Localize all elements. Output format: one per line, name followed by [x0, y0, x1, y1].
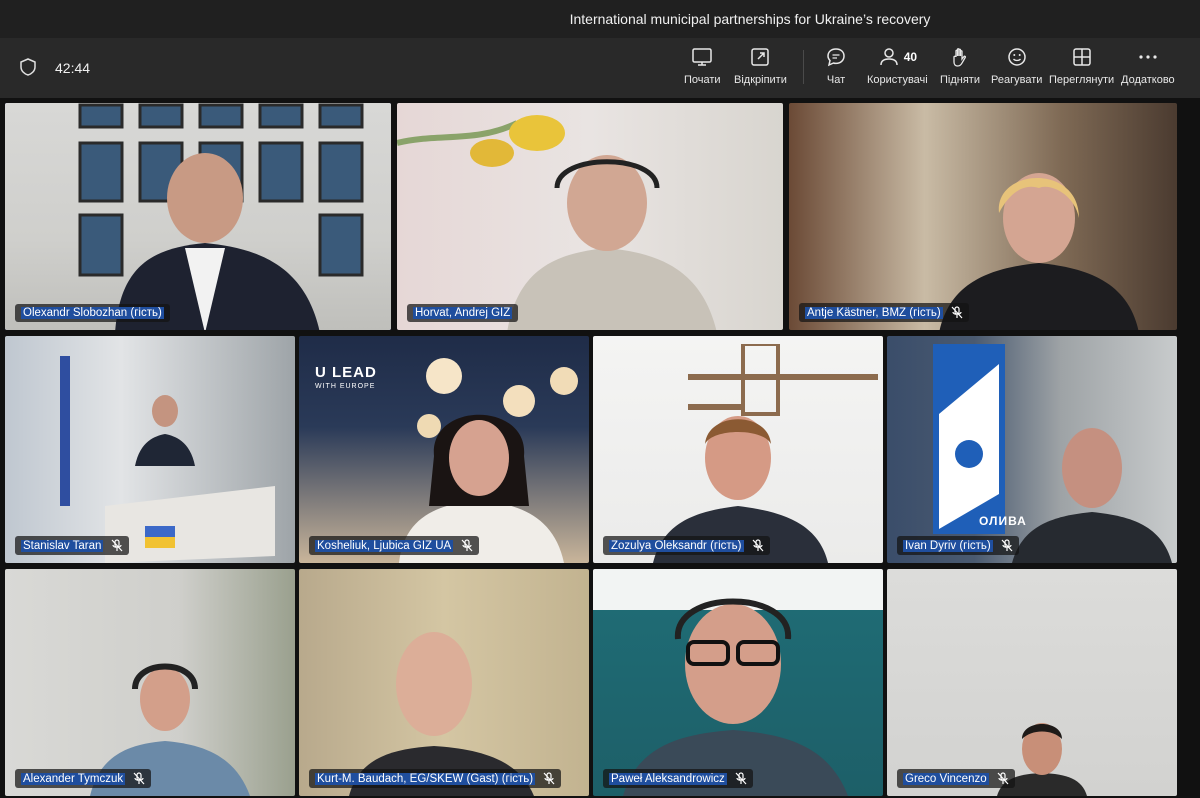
participant-video: [115, 153, 320, 330]
mic-off-icon: [461, 539, 473, 552]
unpin-button[interactable]: Відкріпити: [734, 46, 787, 92]
grid-view-icon: [1072, 48, 1091, 66]
video-tile[interactable]: Olexandr Slobozhan (гість): [5, 103, 391, 330]
view-button[interactable]: Переглянути: [1049, 46, 1114, 92]
participant-nametag: Alexander Tymczuk: [15, 769, 152, 788]
participant-nametag: Zozulya Oleksandr (гість): [603, 536, 770, 555]
participant-video: [60, 356, 275, 563]
participant-nametag: Greco Vincenzo: [897, 769, 1015, 788]
video-tile[interactable]: Kurt-M. Baudach, EG/SKEW (Gast) (гість): [299, 569, 589, 796]
participant-name: Ivan Dyriv (гість): [903, 539, 993, 552]
meeting-timer: 42:44: [55, 60, 91, 76]
shield-icon: [20, 58, 36, 76]
unpin-label: Відкріпити: [734, 74, 787, 86]
hand-icon: [953, 48, 966, 67]
participant-name: Kurt-M. Baudach, EG/SKEW (Gast) (гість): [315, 772, 536, 785]
participants-button[interactable]: 40 Користувачі: [867, 46, 928, 92]
video-tile[interactable]: ОЛИВА Ivan Dyriv (гість): [887, 336, 1177, 563]
participant-video: [623, 598, 848, 796]
chat-icon: [827, 48, 845, 67]
meeting-title: International municipal partnerships for…: [569, 11, 931, 27]
participants-count: 40: [903, 50, 918, 64]
participant-nametag: Antje Kästner, BMZ (гість): [799, 303, 969, 322]
mic-off-icon: [1001, 539, 1013, 552]
participant-name: Stanislav Taran: [21, 539, 104, 552]
participants-label: Користувачі: [867, 74, 928, 86]
mic-off-icon: [752, 539, 763, 552]
title-bar: International municipal partnerships for…: [0, 0, 1200, 38]
participant-name: Zozulya Oleksandr (гість): [609, 539, 744, 552]
participant-name: Horvat, Andrej GIZ: [413, 307, 513, 319]
participant-nametag: Kurt-M. Baudach, EG/SKEW (Gast) (гість): [309, 769, 562, 788]
ulead-logo: U LEAD WITH EUROPE: [315, 364, 377, 390]
participant-nametag: Horvat, Andrej GIZ: [407, 304, 519, 322]
video-tile[interactable]: Antje Kästner, BMZ (гість): [789, 103, 1177, 330]
view-label: Переглянути: [1049, 74, 1115, 86]
video-tile[interactable]: Zozulya Oleksandr (гість): [593, 336, 883, 563]
participant-nametag: Olexandr Slobozhan (гість): [15, 304, 170, 322]
more-dots-icon: [1139, 55, 1157, 59]
toolbar-divider: [803, 50, 804, 84]
more-button[interactable]: Додатково: [1121, 46, 1175, 92]
react-label: Реагувати: [991, 74, 1043, 86]
participant-nametag: Ivan Dyriv (гість): [897, 536, 1019, 555]
participant-video: [507, 155, 717, 330]
participant-name: Alexander Tymczuk: [21, 772, 126, 785]
participant-video: [349, 632, 534, 796]
screen-share-icon: [692, 48, 713, 66]
video-tile[interactable]: Greco Vincenzo: [887, 569, 1177, 796]
video-tile[interactable]: U LEAD WITH EUROPE Kosheliuk, Ljubica GI…: [299, 336, 589, 563]
video-tile[interactable]: Alexander Tymczuk: [5, 569, 295, 796]
react-button[interactable]: Реагувати: [991, 46, 1042, 92]
participant-name: Olexandr Slobozhan (гість): [21, 307, 164, 319]
video-grid: Olexandr Slobozhan (гість) Horvat, Andre…: [0, 98, 1200, 798]
mic-off-icon: [951, 306, 963, 319]
people-icon: [879, 48, 898, 66]
start-button[interactable]: Почати: [684, 46, 721, 92]
participant-nametag: Paweł Aleksandrowicz: [603, 769, 753, 788]
participant-name: Antje Kästner, BMZ (гість): [805, 306, 943, 319]
mic-off-icon: [133, 772, 145, 785]
popout-icon: [751, 48, 770, 66]
mic-off-icon: [735, 772, 747, 785]
participant-name: Greco Vincenzo: [903, 772, 989, 785]
participant-nametag: Kosheliuk, Ljubica GIZ UA: [309, 536, 480, 555]
chat-label: Чат: [826, 74, 846, 86]
mic-off-icon: [543, 772, 555, 785]
video-tile[interactable]: Paweł Aleksandrowicz: [593, 569, 883, 796]
more-label: Додатково: [1121, 74, 1175, 86]
video-tile[interactable]: Horvat, Andrej GIZ: [397, 103, 783, 330]
video-tile[interactable]: Stanislav Taran: [5, 336, 295, 563]
raise-hand-button[interactable]: Підняти: [940, 46, 980, 92]
participant-video: [1012, 428, 1172, 563]
chat-button[interactable]: Чат: [825, 46, 847, 92]
smiley-icon: [1007, 48, 1026, 66]
start-label: Почати: [684, 74, 721, 86]
participant-name: Kosheliuk, Ljubica GIZ UA: [315, 539, 454, 552]
participant-nametag: Stanislav Taran: [15, 536, 130, 555]
mic-off-icon: [111, 539, 123, 552]
mic-off-icon: [997, 772, 1009, 785]
participant-name: Paweł Aleksandrowicz: [609, 772, 727, 785]
raise-hand-label: Підняти: [940, 74, 980, 86]
